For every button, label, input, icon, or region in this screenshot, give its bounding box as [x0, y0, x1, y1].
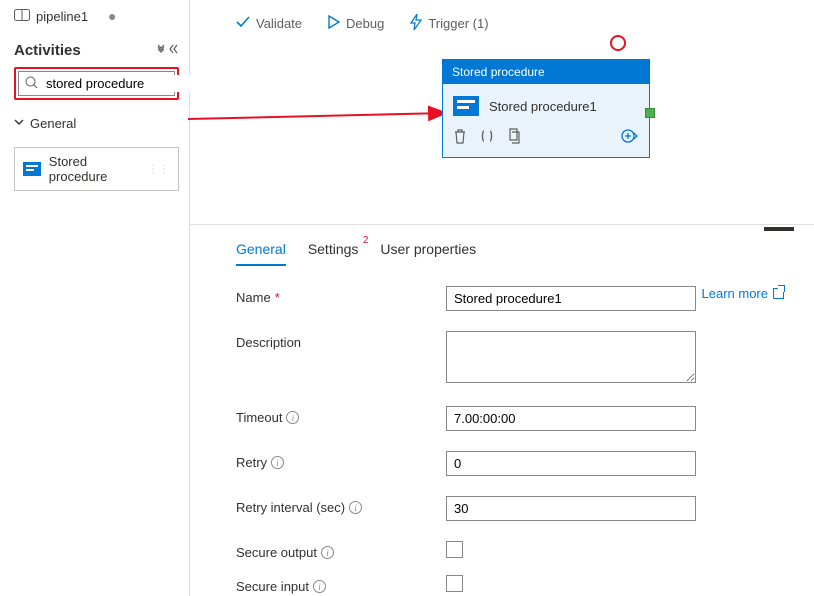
node-title: Stored procedure1	[489, 99, 597, 114]
stored-procedure-icon	[23, 162, 41, 176]
check-icon	[236, 16, 250, 31]
pipeline-tab-name[interactable]: pipeline1	[36, 9, 88, 24]
search-highlight	[14, 67, 179, 100]
output-connector[interactable]	[645, 108, 655, 118]
info-icon[interactable]: i	[286, 411, 299, 424]
timeout-field[interactable]	[446, 406, 696, 431]
info-icon[interactable]: i	[321, 546, 334, 559]
label-name: Name	[236, 290, 271, 305]
info-icon[interactable]: i	[271, 456, 284, 469]
trigger-button[interactable]: Trigger (1)	[410, 14, 488, 33]
add-output-icon[interactable]	[621, 129, 639, 146]
delete-icon[interactable]	[453, 128, 467, 147]
chevron-down-icon	[14, 117, 24, 130]
info-icon[interactable]: i	[313, 580, 326, 593]
description-field[interactable]	[446, 331, 696, 383]
activity-label: Stored procedure	[49, 154, 148, 184]
play-icon	[328, 15, 340, 32]
stored-procedure-icon	[453, 96, 479, 116]
search-input-container[interactable]	[18, 71, 175, 96]
label-timeout: Timeout	[236, 410, 282, 425]
group-label: General	[30, 116, 76, 131]
collapse-chevrons-icon[interactable]	[157, 44, 179, 57]
canvas-node-stored-procedure[interactable]: Stored procedure Stored procedure1	[442, 59, 650, 158]
tab-general[interactable]: General	[236, 241, 286, 265]
code-icon[interactable]	[479, 129, 495, 146]
activity-stored-procedure[interactable]: Stored procedure ⋮⋮	[14, 147, 179, 191]
search-icon	[25, 76, 38, 92]
annotation-circle	[610, 35, 626, 51]
clone-icon[interactable]	[507, 128, 521, 147]
pipeline-icon	[14, 9, 30, 24]
learn-more-link[interactable]: Learn more	[702, 286, 784, 301]
panel-resize-handle[interactable]	[764, 227, 794, 231]
pipeline-canvas[interactable]: Stored procedure Stored procedure1	[190, 45, 814, 225]
tab-settings[interactable]: Settings 2	[308, 241, 359, 265]
group-general[interactable]: General	[14, 116, 179, 131]
node-type-label: Stored procedure	[443, 60, 649, 84]
activities-heading: Activities	[14, 42, 81, 59]
settings-badge: 2	[363, 235, 369, 246]
debug-button[interactable]: Debug	[328, 15, 384, 32]
drag-grip-icon: ⋮⋮	[148, 164, 170, 175]
label-description: Description	[236, 335, 301, 350]
secure-output-checkbox[interactable]	[446, 541, 463, 558]
retry-field[interactable]	[446, 451, 696, 476]
label-retry-interval: Retry interval (sec)	[236, 500, 345, 515]
unsaved-indicator: ●	[108, 8, 116, 24]
retry-interval-field[interactable]	[446, 496, 696, 521]
lightning-icon	[410, 14, 422, 33]
secure-input-checkbox[interactable]	[446, 575, 463, 592]
external-link-icon	[773, 288, 784, 299]
label-retry: Retry	[236, 455, 267, 470]
tab-user-properties[interactable]: User properties	[380, 241, 476, 265]
label-secure-input: Secure input	[236, 579, 309, 594]
label-secure-output: Secure output	[236, 545, 317, 560]
validate-button[interactable]: Validate	[236, 16, 302, 31]
info-icon[interactable]: i	[349, 501, 362, 514]
required-asterisk: *	[275, 290, 280, 305]
name-field[interactable]	[446, 286, 696, 311]
